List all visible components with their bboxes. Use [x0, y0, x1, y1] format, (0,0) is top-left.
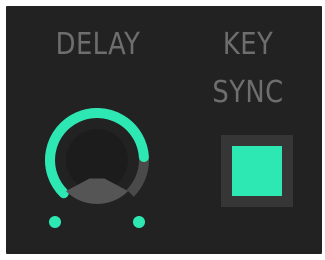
delay-knob-min-dot	[49, 216, 61, 228]
delay-knob-max-dot	[133, 216, 145, 228]
delay-knob[interactable]	[0, 0, 325, 260]
key-sync-toggle-indicator	[232, 146, 282, 196]
key-sync-toggle[interactable]	[221, 135, 293, 207]
delay-knob-range-gap	[65, 178, 129, 205]
